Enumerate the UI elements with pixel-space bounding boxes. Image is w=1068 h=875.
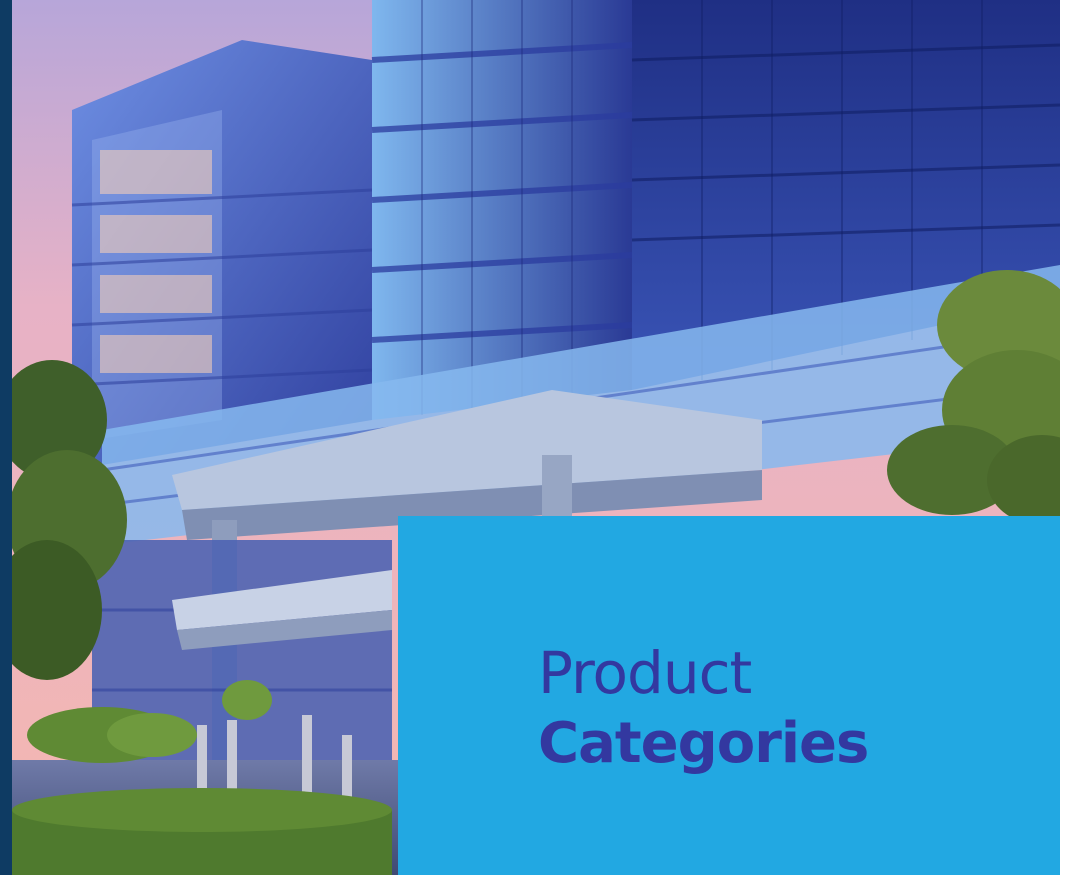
product-categories-panel: Product Categories: [398, 516, 1060, 875]
page-frame: Product Categories: [0, 0, 1068, 875]
title-line-product: Product: [538, 639, 752, 707]
title-line-categories: Categories: [538, 711, 869, 776]
right-margin: [1060, 0, 1068, 875]
left-accent-strip: [0, 0, 12, 875]
page-title: Product Categories: [538, 639, 869, 776]
